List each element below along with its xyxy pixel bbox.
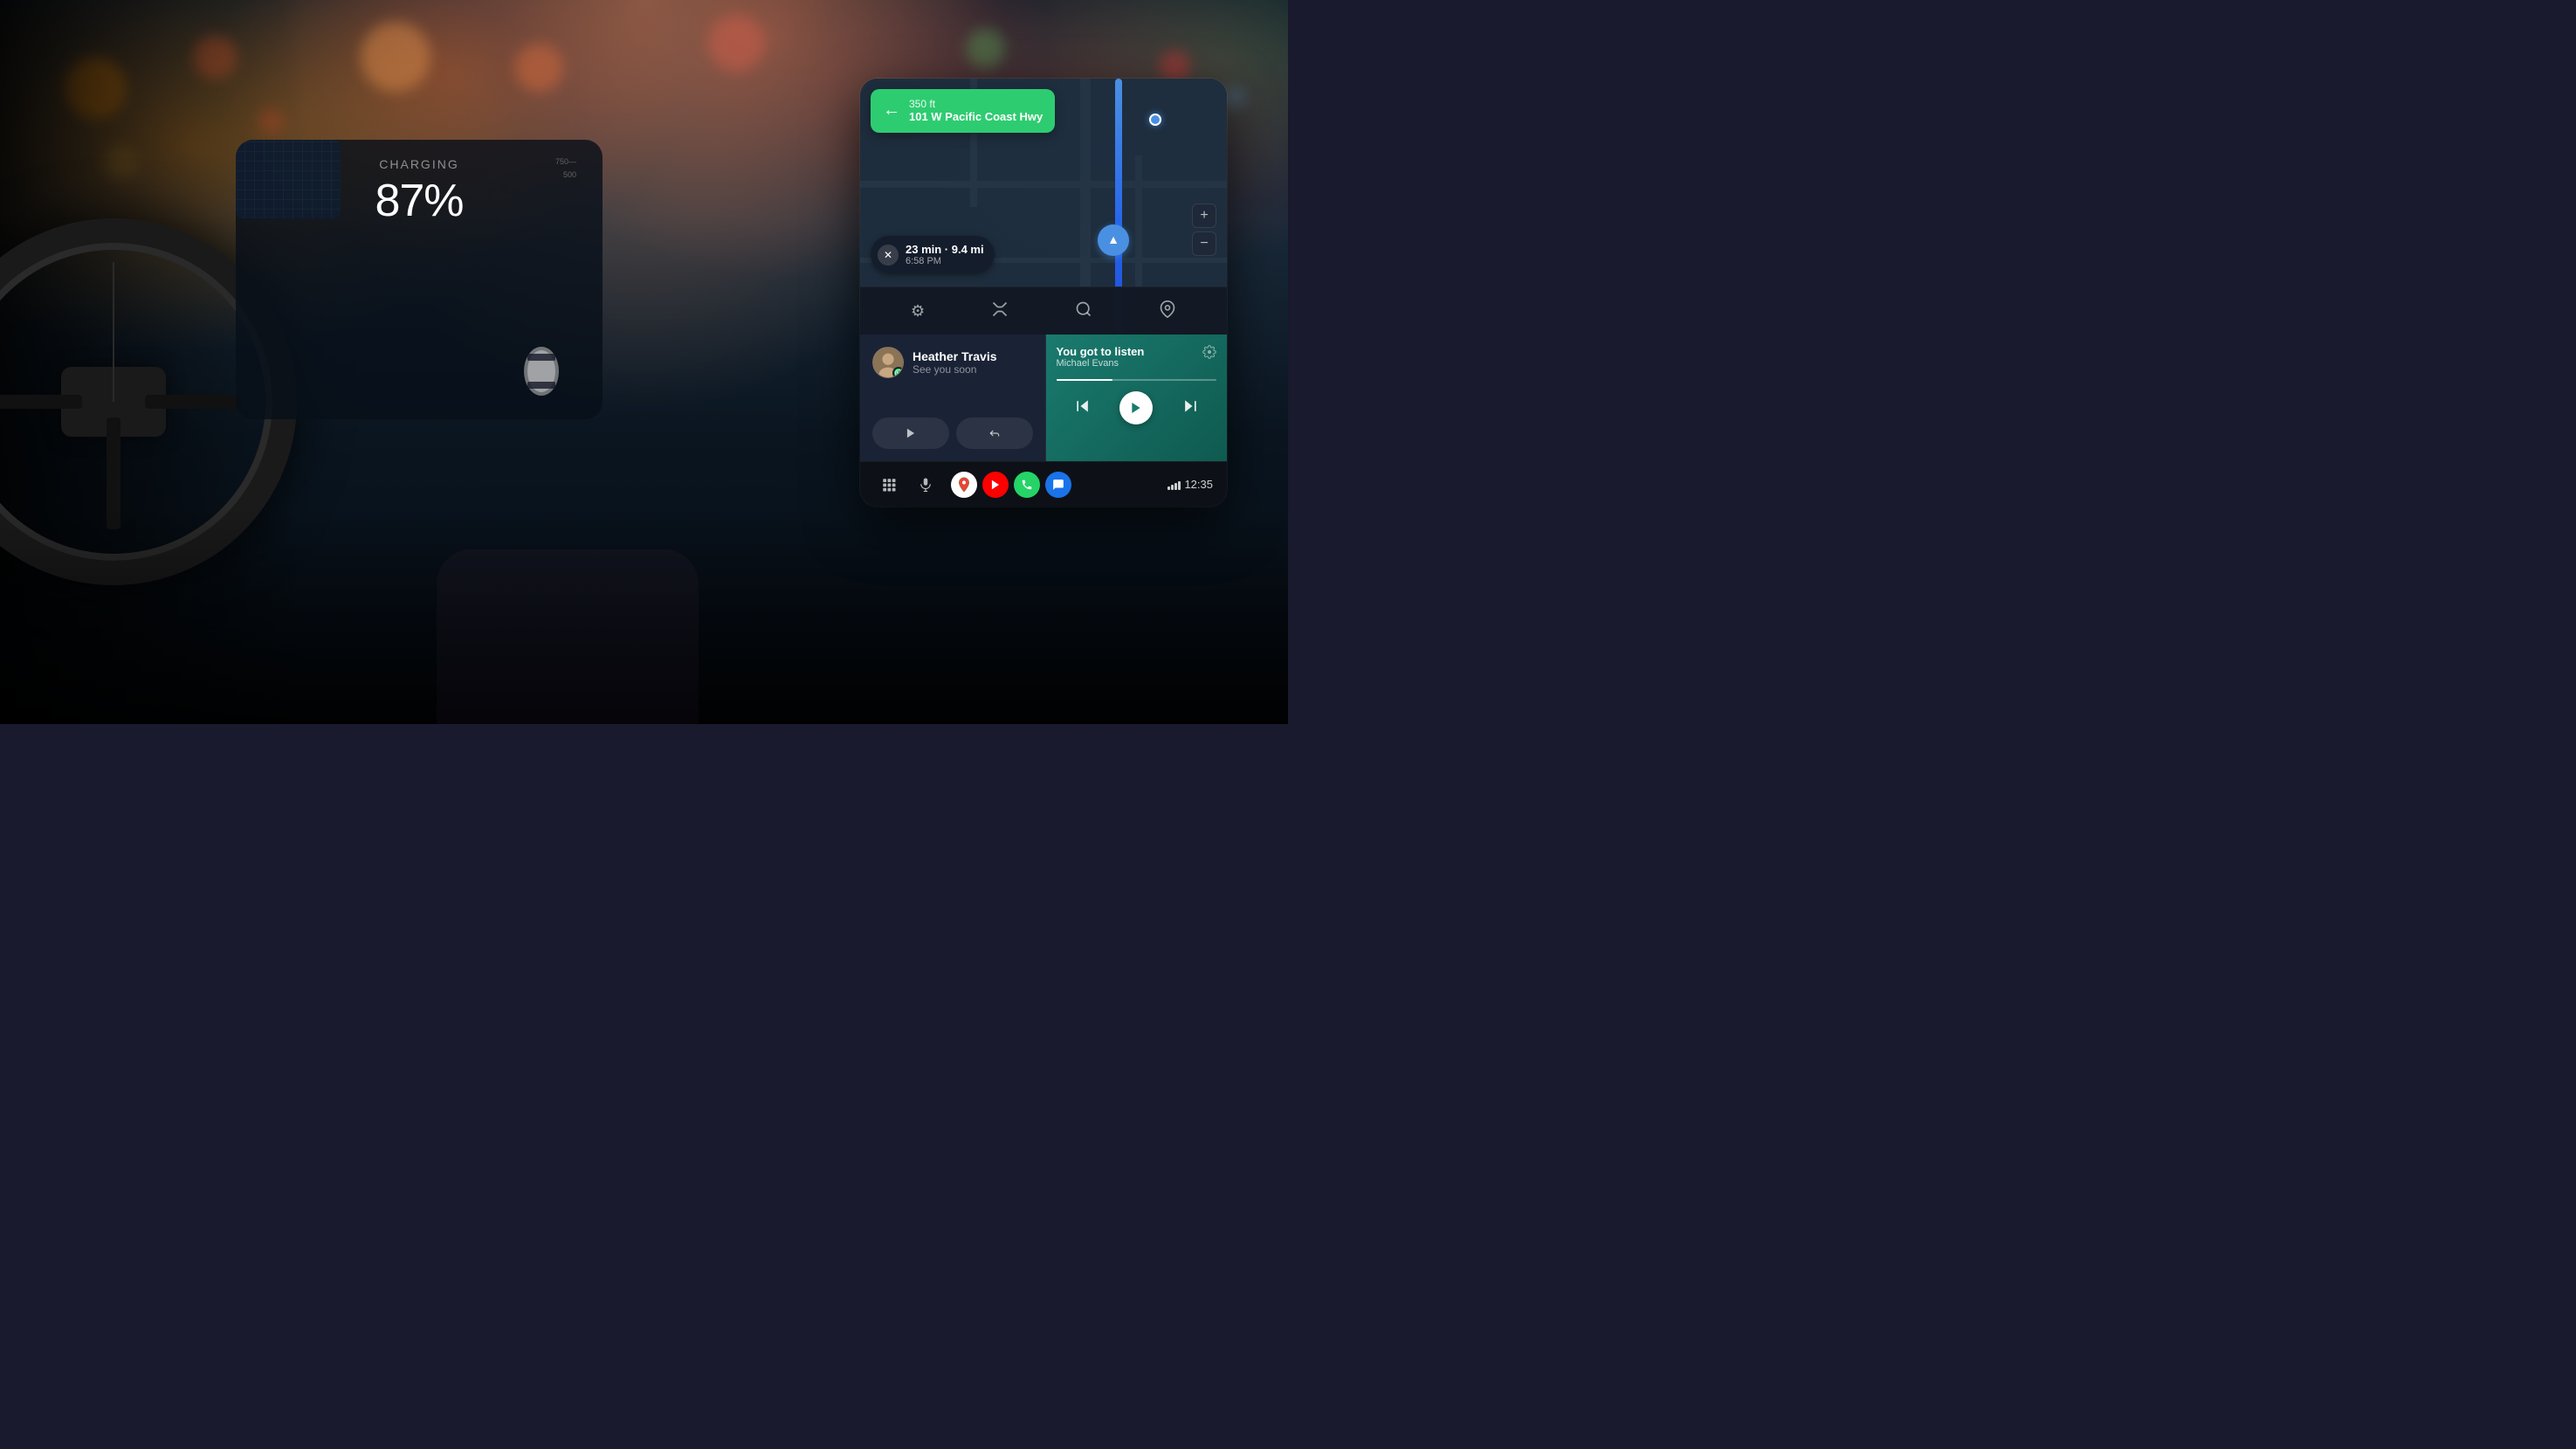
- whatsapp-badge: [892, 367, 904, 378]
- music-title-block: You got to listen Michael Evans: [1057, 345, 1145, 369]
- pin-toolbar-icon[interactable]: [1152, 293, 1183, 329]
- system-time: 12:35: [1167, 478, 1213, 491]
- mini-map-grid: [236, 140, 341, 218]
- eta-text: 23 min · 9.4 mi 6:58 PM: [906, 243, 984, 266]
- app-maps-button[interactable]: [951, 472, 977, 498]
- speed-marker: 750—: [555, 157, 576, 166]
- zoom-controls: + −: [1192, 204, 1216, 256]
- music-settings-icon[interactable]: [1202, 345, 1216, 362]
- charging-label: Charging: [379, 157, 458, 171]
- battery-percent: 87%: [375, 175, 463, 227]
- app-grid-button[interactable]: [874, 470, 904, 500]
- eta-arrival: 6:58 PM: [906, 256, 984, 266]
- turn-distance: 350 ft: [909, 98, 1043, 110]
- signal-bar-2: [1171, 485, 1174, 490]
- contact-message: See you soon: [913, 363, 997, 376]
- settings-toolbar-icon[interactable]: ⚙: [904, 295, 932, 328]
- turn-instruction-banner: ← 350 ft 101 W Pacific Coast Hwy: [871, 89, 1055, 133]
- spoke-left: [0, 395, 82, 409]
- center-console: [437, 549, 699, 724]
- signal-indicator: [1167, 480, 1181, 490]
- turn-arrow-icon: ←: [883, 100, 900, 121]
- contact-info: Heather Travis See you soon: [913, 349, 997, 376]
- map-toolbar: ⚙: [860, 286, 1227, 335]
- turn-info: 350 ft 101 W Pacific Coast Hwy: [909, 98, 1043, 124]
- location-dot: [1149, 114, 1161, 126]
- next-track-button[interactable]: [1174, 394, 1206, 423]
- message-play-button[interactable]: [872, 417, 949, 449]
- turn-street: 101 W Pacific Coast Hwy: [909, 110, 1043, 124]
- contact-avatar: [872, 347, 904, 378]
- artist-name: Michael Evans: [1057, 358, 1145, 369]
- mini-map: [236, 140, 341, 218]
- spoke-right: [145, 395, 240, 409]
- zoom-out-button[interactable]: −: [1192, 231, 1216, 256]
- car-top-view: [498, 345, 585, 402]
- app-phone-button[interactable]: [1014, 472, 1040, 498]
- music-header: You got to listen Michael Evans: [1057, 345, 1217, 369]
- previous-track-button[interactable]: [1067, 394, 1099, 423]
- music-card: You got to listen Michael Evans: [1046, 335, 1228, 461]
- app-shortcuts: [951, 472, 1071, 498]
- music-progress-bar[interactable]: [1057, 379, 1217, 381]
- app-youtube-button[interactable]: [982, 472, 1009, 498]
- map-section: ← 350 ft 101 W Pacific Coast Hwy ✕ 23 mi…: [860, 79, 1227, 335]
- time-display: 12:35: [1184, 478, 1213, 491]
- music-progress-fill: [1057, 379, 1112, 381]
- system-bar: 12:35: [860, 461, 1227, 507]
- microphone-button[interactable]: [911, 470, 940, 500]
- eta-close-button[interactable]: ✕: [878, 245, 899, 266]
- signal-bar-4: [1178, 481, 1181, 490]
- search-toolbar-icon[interactable]: [1068, 293, 1099, 329]
- bottom-cards: Heather Travis See you soon: [860, 335, 1227, 461]
- contact-name: Heather Travis: [913, 349, 997, 363]
- eta-bar: ✕ 23 min · 9.4 mi 6:58 PM: [871, 236, 995, 273]
- app-messages-button[interactable]: [1045, 472, 1071, 498]
- routes-toolbar-icon[interactable]: [984, 293, 1016, 329]
- signal-bar-1: [1167, 486, 1170, 490]
- message-card: Heather Travis See you soon: [860, 335, 1046, 461]
- song-title: You got to listen: [1057, 345, 1145, 358]
- eta-duration: 23 min · 9.4 mi: [906, 243, 984, 256]
- message-actions: [872, 417, 1033, 449]
- navigation-arrow: [1098, 224, 1129, 256]
- cluster-display: Charging 87% 750— 500: [236, 140, 603, 419]
- android-auto-panel: ← 350 ft 101 W Pacific Coast Hwy ✕ 23 mi…: [860, 79, 1227, 507]
- speed-marker-2: 500: [563, 170, 576, 179]
- signal-bar-3: [1174, 483, 1177, 490]
- message-reply-button[interactable]: [956, 417, 1033, 449]
- play-pause-button[interactable]: [1119, 391, 1153, 424]
- music-controls: [1057, 391, 1217, 424]
- zoom-in-button[interactable]: +: [1192, 204, 1216, 228]
- contact-row: Heather Travis See you soon: [872, 347, 1033, 378]
